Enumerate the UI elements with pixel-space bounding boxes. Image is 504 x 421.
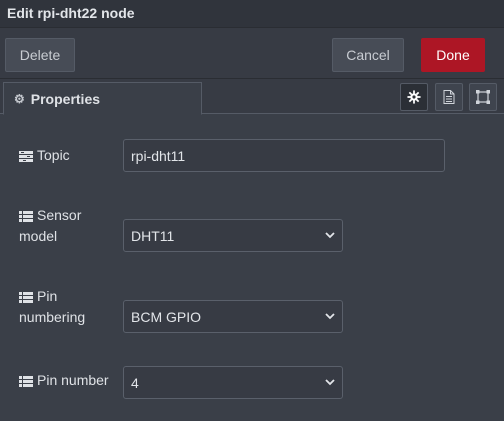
list-icon — [19, 291, 33, 303]
delete-button[interactable]: Delete — [5, 38, 75, 72]
sensor-model-select[interactable]: DHT11 — [123, 219, 343, 252]
pin-number-label: Pin number — [19, 370, 109, 391]
pin-number-label-text: Pin number — [37, 372, 109, 388]
pin-number-value: 4 — [131, 374, 139, 391]
tasks-icon — [19, 150, 33, 162]
done-button[interactable]: Done — [421, 38, 485, 72]
topic-input-box[interactable] — [123, 139, 445, 172]
edit-node-tray: Edit rpi-dht22 node Delete Cancel Done ⚙… — [0, 0, 504, 421]
gear-icon: ⚙ — [14, 91, 25, 106]
sensor-model-value: DHT11 — [131, 227, 175, 244]
topic-input[interactable] — [131, 147, 437, 164]
cancel-button[interactable]: Cancel — [332, 38, 404, 72]
tab-properties[interactable]: ⚙ Properties — [3, 82, 202, 115]
topic-label: Topic — [19, 145, 70, 166]
description-tab-button[interactable] — [435, 83, 463, 111]
gear-icon — [407, 90, 421, 104]
sensor-model-label-line2: model — [19, 228, 58, 244]
topic-label-text: Topic — [37, 147, 70, 163]
node-appearance-icon — [476, 90, 490, 104]
pin-numbering-label-line1: Pin — [37, 288, 58, 304]
chevron-down-icon — [325, 232, 335, 239]
list-icon — [19, 375, 33, 387]
pin-numbering-label: Pin numbering — [19, 286, 85, 328]
sensor-model-label: Sensor model — [19, 205, 81, 247]
pin-numbering-select[interactable]: BCM GPIO — [123, 300, 343, 333]
pin-numbering-value: BCM GPIO — [131, 308, 202, 325]
settings-tab-button[interactable] — [400, 83, 428, 111]
list-icon — [19, 210, 33, 222]
chevron-down-icon — [325, 379, 335, 386]
tray-title: Edit rpi-dht22 node — [7, 5, 135, 21]
document-icon — [443, 90, 455, 104]
pin-number-select[interactable]: 4 — [123, 366, 343, 399]
tab-bar: ⚙ Properties — [0, 79, 504, 115]
chevron-down-icon — [325, 313, 335, 320]
tray-header: Edit rpi-dht22 node — [0, 0, 504, 28]
appearance-tab-button[interactable] — [469, 83, 497, 111]
sensor-model-label-line1: Sensor — [37, 207, 82, 223]
tray-toolbar: Delete Cancel Done — [0, 28, 504, 79]
pin-numbering-label-line2: numbering — [19, 309, 86, 325]
tab-properties-label: Properties — [30, 90, 101, 107]
